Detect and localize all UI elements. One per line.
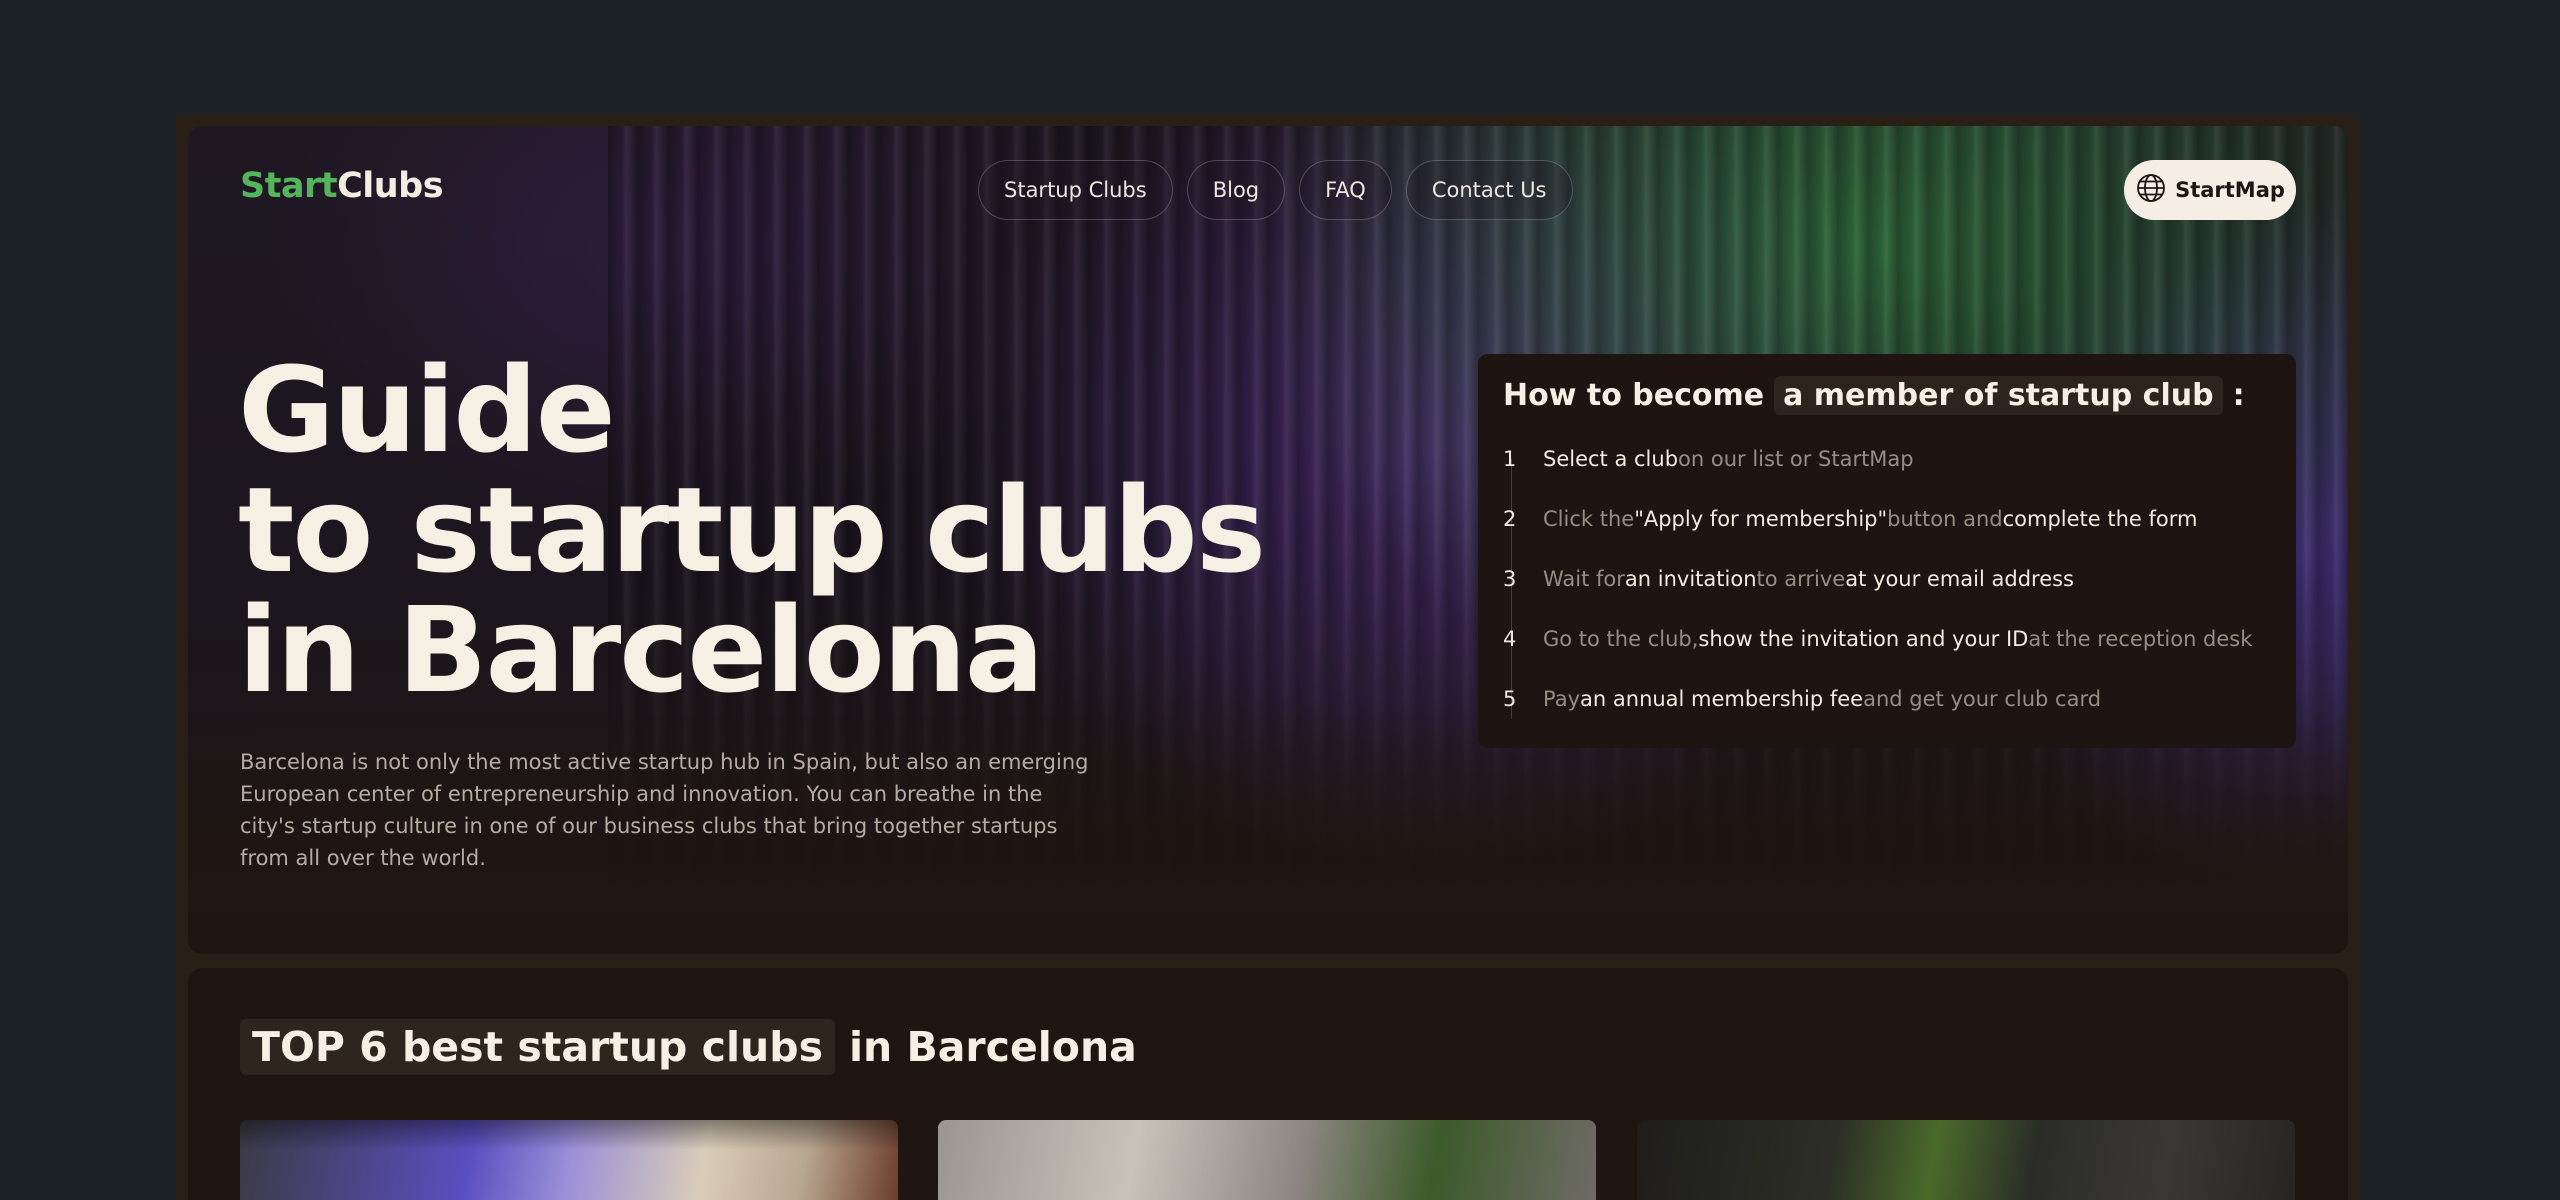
page-title-line-2: to startup clubs: [238, 461, 1266, 599]
page-title-line-3: in Barcelona: [238, 581, 1044, 719]
steps-list: 1 Select a club on our list or StartMap …: [1503, 429, 2271, 729]
globe-icon: [2135, 172, 2167, 209]
nav-startup-clubs[interactable]: Startup Clubs: [978, 160, 1173, 220]
step-item: 3 Wait for an invitation to arrive at yo…: [1503, 567, 2074, 591]
club-card-image[interactable]: [938, 1120, 1596, 1200]
brand-logo-start: Start: [240, 166, 338, 206]
hero-intro: Barcelona is not only the most active st…: [240, 750, 1089, 870]
brand-logo-clubs: Clubs: [337, 166, 444, 206]
nav-contact-us[interactable]: Contact Us: [1405, 160, 1573, 220]
brand-logo[interactable]: StartClubs: [240, 166, 444, 206]
step-item: 2 Click the "Apply for membership" butto…: [1503, 507, 2198, 531]
club-card-image[interactable]: [240, 1120, 898, 1200]
startmap-button[interactable]: StartMap: [2124, 160, 2296, 220]
top-clubs-title: TOP 6 best startup clubs in Barcelona: [240, 1019, 1137, 1075]
main-nav: Startup Clubs Blog FAQ Contact Us: [978, 160, 1573, 220]
startmap-label: StartMap: [2175, 178, 2285, 202]
club-card-image[interactable]: [1637, 1120, 2295, 1200]
step-item: 1 Select a club on our list or StartMap: [1503, 447, 1914, 471]
membership-steps-card: How to become a member of startup club :…: [1478, 354, 2296, 748]
step-item: 5 Pay an annual membership fee and get y…: [1503, 687, 2102, 711]
page-title: Guide to startup clubs in Barcelona: [238, 341, 1266, 719]
nav-blog[interactable]: Blog: [1186, 160, 1286, 220]
step-item: 4 Go to the club, show the invitation an…: [1503, 627, 2253, 651]
nav-faq[interactable]: FAQ: [1299, 160, 1392, 220]
page-title-line-1: Guide: [238, 341, 616, 479]
membership-steps-title: How to become a member of startup club :: [1503, 376, 2245, 415]
